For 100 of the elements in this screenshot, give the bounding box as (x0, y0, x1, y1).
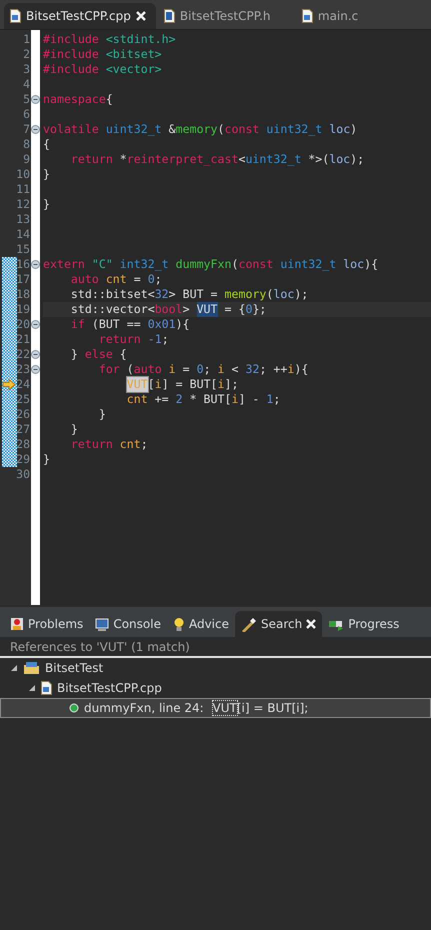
line-number: 4 (23, 77, 31, 92)
code-token: ( (231, 257, 238, 272)
match-location: dummyFxn, line 24: (84, 701, 205, 715)
line-number: 3 (23, 62, 31, 77)
code-token: 0 (148, 272, 155, 287)
line-number: 11 (16, 182, 31, 197)
code-token: extern (43, 257, 85, 272)
code-token: namespace (43, 92, 106, 107)
code-token: ; (154, 272, 162, 287)
line-number: 18 (16, 287, 31, 302)
code-token: uint32_t (104, 122, 162, 137)
tree-item-label[interactable]: BitsetTestCPP.cpp (57, 681, 162, 695)
line-number: 22 (16, 347, 31, 362)
code-token: * BUT[ (188, 392, 232, 407)
code-token: auto (134, 362, 162, 377)
line-number: 30 (16, 467, 31, 482)
fold-icon[interactable] (31, 125, 40, 134)
code-token: ( (266, 287, 274, 302)
code-token: = { (224, 302, 246, 317)
code-token: < (230, 362, 240, 377)
file-icon (41, 681, 52, 695)
code-token: 32 (154, 287, 169, 302)
line-number: 23 (16, 362, 31, 377)
line-number: 13 (16, 212, 31, 227)
line-number: 16 (16, 257, 31, 272)
panel-tab[interactable]: Advice (166, 611, 235, 637)
editor-tab[interactable]: BitsetTestCPP.h (158, 3, 294, 29)
code-token: cnt (118, 437, 141, 452)
code-token: } (70, 347, 79, 362)
code-token: } (98, 407, 106, 422)
expand-icon[interactable] (28, 684, 36, 692)
code-token: > BUT = (168, 287, 219, 302)
fold-icon[interactable] (31, 320, 40, 329)
line-number: 29 (16, 452, 31, 467)
code-token: 32 (245, 362, 260, 377)
editor-tab[interactable]: BitsetTestCPP.cpp (4, 3, 156, 29)
code-token: (BUT == (90, 317, 142, 332)
line-number: 10 (16, 167, 31, 182)
line-number: 19 (16, 302, 31, 317)
code-token: } (43, 167, 50, 182)
code-token: i (231, 392, 238, 407)
code-token: VUT (196, 302, 218, 317)
code-token: * (118, 152, 127, 167)
code-token: return (70, 152, 113, 167)
close-icon[interactable] (136, 11, 146, 21)
code-token: = (132, 272, 142, 287)
code-token: loc (273, 287, 294, 302)
code-token: ); (350, 152, 364, 167)
code-token: < (238, 152, 246, 167)
panel-tab[interactable]: Console (89, 611, 167, 637)
panel-tab[interactable]: Progress (322, 611, 406, 637)
code-token: else (84, 347, 113, 362)
panel-tab[interactable]: Search (234, 611, 322, 637)
code-token: loc (342, 257, 364, 272)
line-number: 1 (23, 32, 31, 47)
code-token: ){ (176, 317, 190, 332)
code-token: }; (252, 302, 266, 317)
code-token: 0 (245, 302, 252, 317)
code-token: 2 (176, 392, 183, 407)
code-token: ( (126, 362, 134, 377)
line-number: 25 (16, 392, 31, 407)
code-token: 1 (266, 392, 274, 407)
expand-icon[interactable] (10, 664, 18, 672)
tree-item-label[interactable]: BitsetTest (45, 661, 104, 675)
fold-icon[interactable] (31, 350, 40, 359)
editor-tab[interactable]: main.c (296, 3, 368, 29)
code-token: reinterpret_cast (126, 152, 238, 167)
code-token: uint32_t (279, 257, 336, 272)
code-token: "C" (90, 257, 113, 272)
code-token: ( (218, 122, 225, 137)
fold-icon[interactable] (31, 260, 40, 269)
search-result-row[interactable]: dummyFxn, line 24: VUT[i] = BUT[i]; (0, 698, 431, 718)
code-token: memory (224, 287, 266, 302)
line-number: 12 (16, 197, 31, 212)
code-token: cnt (104, 272, 127, 287)
fold-icon[interactable] (31, 365, 40, 374)
code-token: cnt (126, 392, 148, 407)
close-icon[interactable] (306, 619, 316, 629)
code-token: bool (154, 302, 183, 317)
line-number: 7 (23, 122, 31, 137)
code-token: -1 (146, 332, 162, 347)
code-token: <stdint.h> (104, 32, 176, 47)
search-summary: References to 'VUT' (1 match) (0, 638, 431, 658)
code-token: volatile (43, 122, 99, 137)
code-token: ; ++ (259, 362, 288, 377)
file-icon (302, 9, 313, 23)
code-token: uint32_t (265, 122, 322, 137)
line-number: 17 (16, 272, 31, 287)
fold-icon[interactable] (31, 95, 40, 104)
code-token: std::bitset< (70, 287, 155, 302)
line-number: 27 (16, 422, 31, 437)
panel-tab[interactable]: Problems (4, 611, 90, 637)
code-token: loc (328, 122, 350, 137)
code-token: ] - (238, 392, 260, 407)
code-token: > (182, 302, 191, 317)
code-token: ; (204, 362, 212, 377)
code-token: i (168, 362, 176, 377)
line-number: 28 (16, 437, 31, 452)
code-token: #include (43, 62, 99, 77)
folder-icon (23, 661, 40, 675)
